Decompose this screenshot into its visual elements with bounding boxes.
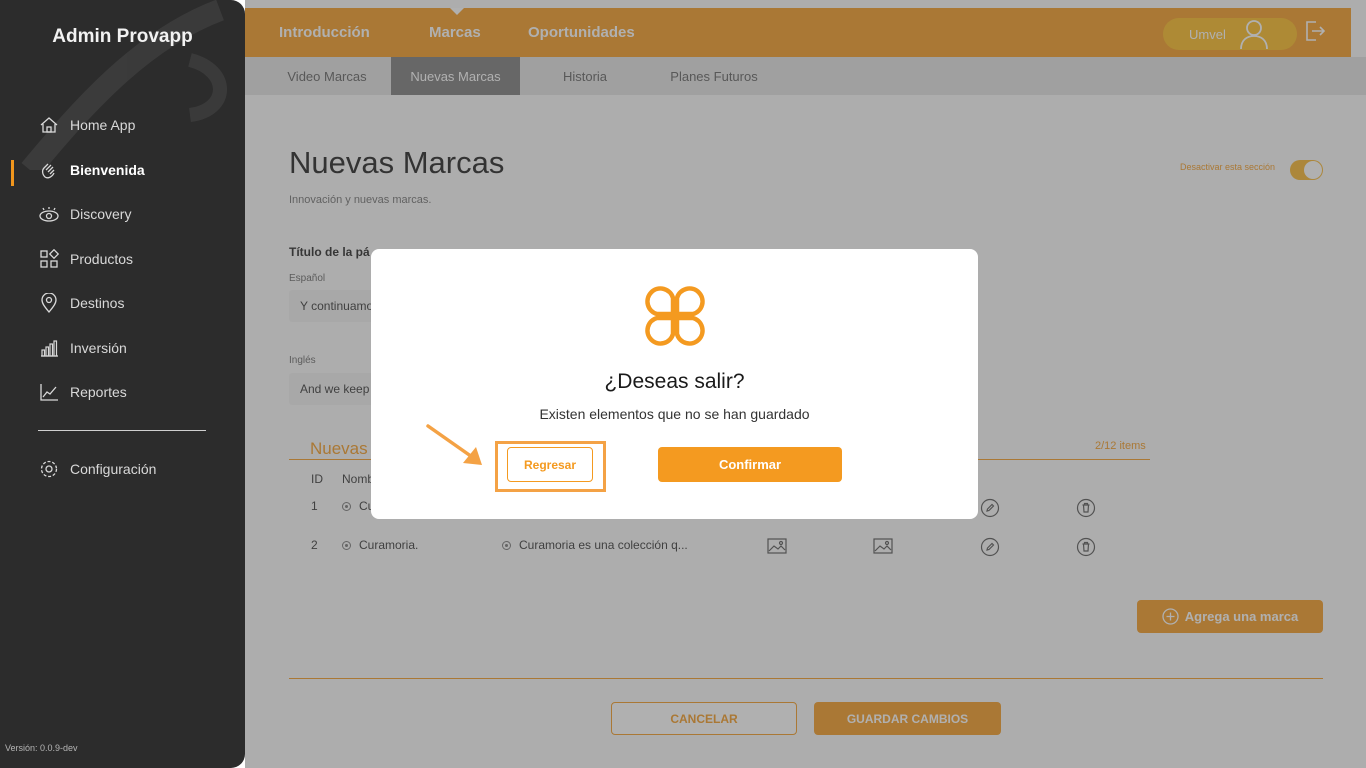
version-label: Versión: 0.0.9-dev bbox=[5, 743, 78, 753]
sidebar-item-label: Destinos bbox=[70, 295, 125, 311]
home-icon bbox=[38, 114, 60, 136]
exit-confirm-dialog: ¿Deseas salir? Existen elementos que no … bbox=[371, 249, 978, 519]
gear-icon bbox=[38, 458, 60, 480]
back-button[interactable]: Regresar bbox=[507, 447, 593, 482]
sidebar-item-label: Home App bbox=[70, 117, 136, 133]
wave-hand-icon bbox=[38, 159, 60, 181]
dialog-title: ¿Deseas salir? bbox=[604, 370, 745, 393]
sidebar-item-label: Discovery bbox=[70, 206, 132, 222]
sidebar-item-reportes[interactable]: Reportes bbox=[38, 379, 127, 405]
line-chart-icon bbox=[38, 381, 60, 403]
sidebar-item-configuracion[interactable]: Configuración bbox=[38, 456, 156, 482]
sidebar-divider bbox=[38, 430, 206, 431]
active-indicator bbox=[11, 160, 14, 186]
sidebar-item-label: Inversión bbox=[70, 340, 127, 356]
annotation-arrow-icon bbox=[426, 424, 482, 465]
clover-logo-icon bbox=[645, 286, 705, 346]
location-pin-icon bbox=[38, 292, 60, 314]
sidebar-item-label: Reportes bbox=[70, 384, 127, 400]
sidebar-item-inversion[interactable]: Inversión bbox=[38, 335, 127, 361]
sidebar-item-productos[interactable]: Productos bbox=[38, 246, 133, 272]
sidebar-item-label: Productos bbox=[70, 251, 134, 267]
sidebar-item-home-app[interactable]: Home App bbox=[38, 112, 135, 138]
sidebar: Admin Provapp Home App Bienvenida Discov… bbox=[0, 0, 245, 768]
sidebar-item-bienvenida[interactable]: Bienvenida bbox=[38, 157, 145, 183]
sidebar-item-label: Bienvenida bbox=[70, 162, 145, 178]
dialog-message: Existen elementos que no se han guardado bbox=[539, 406, 810, 422]
bar-chart-icon bbox=[38, 337, 60, 359]
sidebar-item-destinos[interactable]: Destinos bbox=[38, 290, 124, 316]
grid-icon bbox=[38, 248, 60, 270]
sidebar-item-label: Configuración bbox=[70, 461, 157, 477]
app-title: Admin Provapp bbox=[52, 26, 193, 47]
eye-icon bbox=[38, 203, 60, 225]
confirm-button[interactable]: Confirmar bbox=[658, 447, 842, 482]
sidebar-item-discovery[interactable]: Discovery bbox=[38, 201, 131, 227]
